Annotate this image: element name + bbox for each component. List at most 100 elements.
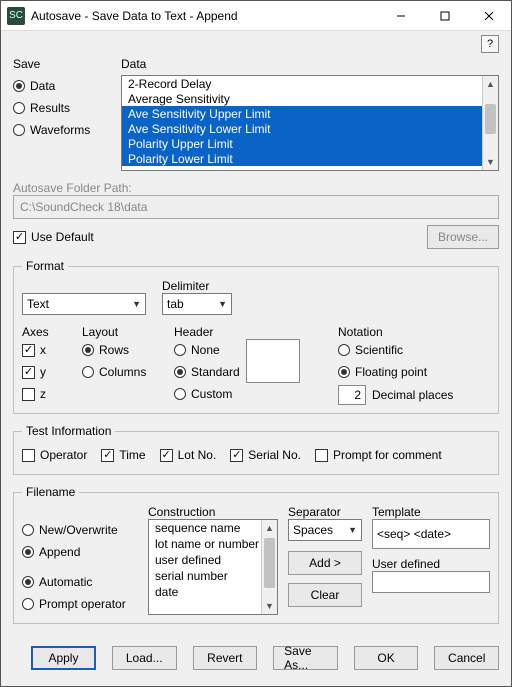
testinfo-group: Test Information Operator Time Lot No. S…	[13, 424, 499, 475]
chevron-down-icon: ▼	[132, 299, 141, 309]
list-item[interactable]: date	[149, 584, 277, 600]
clear-button[interactable]: Clear	[288, 583, 362, 607]
operator-checkbox[interactable]: Operator	[22, 446, 87, 464]
serial-checkbox[interactable]: Serial No.	[230, 446, 301, 464]
prompt-comment-checkbox[interactable]: Prompt for comment	[315, 446, 442, 464]
list-item[interactable]: serial number	[149, 568, 277, 584]
scroll-thumb[interactable]	[485, 104, 496, 134]
format-group: Format Text▼ Delimiter tab▼ Axes x y z	[13, 259, 499, 414]
lot-label: Lot No.	[178, 448, 217, 462]
testinfo-legend: Test Information	[22, 424, 115, 438]
maximize-button[interactable]	[423, 2, 467, 30]
construction-scrollbar[interactable]: ▲ ▼	[261, 520, 277, 614]
separator-select[interactable]: Spaces▼	[288, 519, 362, 541]
layout-rows-radio[interactable]: Rows	[82, 341, 160, 359]
decimal-places-input[interactable]: 2	[338, 385, 366, 405]
use-default-checkbox[interactable]: Use Default	[13, 228, 94, 246]
list-item[interactable]: Polarity Upper Limit	[122, 136, 498, 151]
data-listbox[interactable]: 2-Record Delay Average Sensitivity Ave S…	[121, 75, 499, 171]
format-type-select[interactable]: Text ▼	[22, 293, 146, 315]
time-label: Time	[119, 448, 145, 462]
header-custom-label: Custom	[191, 387, 232, 401]
axis-y-label: y	[40, 365, 46, 379]
list-item[interactable]: 2-Record Delay	[122, 76, 498, 91]
autosave-dialog: SC Autosave - Save Data to Text - Append…	[0, 0, 512, 687]
save-waveforms-label: Waveforms	[30, 123, 90, 137]
separator-label: Separator	[288, 505, 362, 519]
filename-append-radio[interactable]: Append	[22, 543, 138, 561]
header-none-radio[interactable]: None	[174, 341, 240, 359]
autosave-path-label: Autosave Folder Path:	[13, 181, 499, 195]
serial-label: Serial No.	[248, 448, 301, 462]
template-input[interactable]: <seq> <date>	[372, 519, 490, 549]
save-radio-waveforms[interactable]: Waveforms	[13, 121, 121, 139]
list-item[interactable]: Average Sensitivity	[122, 91, 498, 106]
axis-z-label: z	[40, 387, 46, 401]
filename-append-label: Append	[39, 545, 80, 559]
notation-floating-radio[interactable]: Floating point	[338, 363, 490, 381]
apply-button[interactable]: Apply	[31, 646, 96, 670]
notation-label: Notation	[338, 325, 490, 339]
save-results-label: Results	[30, 101, 70, 115]
data-label: Data	[121, 57, 499, 71]
list-item[interactable]: Ave Sensitivity Lower Limit	[122, 121, 498, 136]
dialog-content: ? Save Data Results Waveforms Data 2-Rec…	[1, 31, 511, 630]
filename-automatic-radio[interactable]: Automatic	[22, 573, 138, 591]
save-radio-data[interactable]: Data	[13, 77, 121, 95]
filename-new-radio[interactable]: New/Overwrite	[22, 521, 138, 539]
notation-scientific-radio[interactable]: Scientific	[338, 341, 490, 359]
app-icon: SC	[7, 7, 25, 25]
delimiter-label: Delimiter	[162, 279, 232, 293]
axis-z-checkbox[interactable]: z	[22, 385, 68, 403]
close-button[interactable]	[467, 2, 511, 30]
list-item[interactable]: user defined	[149, 552, 277, 568]
construction-listbox[interactable]: sequence name lot name or number user de…	[148, 519, 278, 615]
separator-value: Spaces	[293, 523, 333, 537]
scroll-down-icon[interactable]: ▼	[483, 154, 498, 170]
cancel-button[interactable]: Cancel	[434, 646, 499, 670]
scroll-up-icon[interactable]: ▲	[483, 76, 498, 92]
minimize-button[interactable]	[379, 2, 423, 30]
filename-prompt-label: Prompt operator	[39, 597, 126, 611]
save-radio-results[interactable]: Results	[13, 99, 121, 117]
time-checkbox[interactable]: Time	[101, 446, 145, 464]
lot-checkbox[interactable]: Lot No.	[160, 446, 217, 464]
scroll-up-icon[interactable]: ▲	[262, 520, 277, 536]
list-item[interactable]: Polarity Lower Limit	[122, 151, 498, 166]
axis-y-checkbox[interactable]: y	[22, 363, 68, 381]
header-label: Header	[174, 325, 324, 339]
layout-columns-radio[interactable]: Columns	[82, 363, 160, 381]
filename-group: Filename New/Overwrite Append Automatic …	[13, 485, 499, 624]
delimiter-select[interactable]: tab▼	[162, 293, 232, 315]
filename-automatic-label: Automatic	[39, 575, 92, 589]
prompt-comment-label: Prompt for comment	[333, 448, 442, 462]
header-standard-radio[interactable]: Standard	[174, 363, 240, 381]
format-type-value: Text	[27, 297, 49, 311]
decimal-places-label: Decimal places	[372, 388, 453, 402]
operator-label: Operator	[40, 448, 87, 462]
load-button[interactable]: Load...	[112, 646, 177, 670]
use-default-label: Use Default	[31, 230, 94, 244]
saveas-button[interactable]: Save As...	[273, 646, 338, 670]
revert-button[interactable]: Revert	[193, 646, 258, 670]
help-button[interactable]: ?	[481, 35, 499, 53]
filename-prompt-radio[interactable]: Prompt operator	[22, 595, 138, 613]
header-custom-radio[interactable]: Custom	[174, 385, 240, 403]
list-item[interactable]: sequence name	[149, 520, 277, 536]
scroll-thumb[interactable]	[264, 538, 275, 588]
browse-button[interactable]: Browse...	[427, 225, 499, 249]
save-label: Save	[13, 57, 121, 71]
header-custom-text[interactable]	[246, 339, 300, 383]
header-none-label: None	[191, 343, 220, 357]
add-button[interactable]: Add >	[288, 551, 362, 575]
list-item[interactable]: Ave Sensitivity Upper Limit	[122, 106, 498, 121]
userdefined-input[interactable]	[372, 571, 490, 593]
listbox-scrollbar[interactable]: ▲ ▼	[482, 76, 498, 170]
chevron-down-icon: ▼	[218, 299, 227, 309]
format-legend: Format	[22, 259, 68, 273]
save-data-label: Data	[30, 79, 55, 93]
axis-x-checkbox[interactable]: x	[22, 341, 68, 359]
scroll-down-icon[interactable]: ▼	[262, 598, 277, 614]
list-item[interactable]: lot name or number	[149, 536, 277, 552]
ok-button[interactable]: OK	[354, 646, 419, 670]
